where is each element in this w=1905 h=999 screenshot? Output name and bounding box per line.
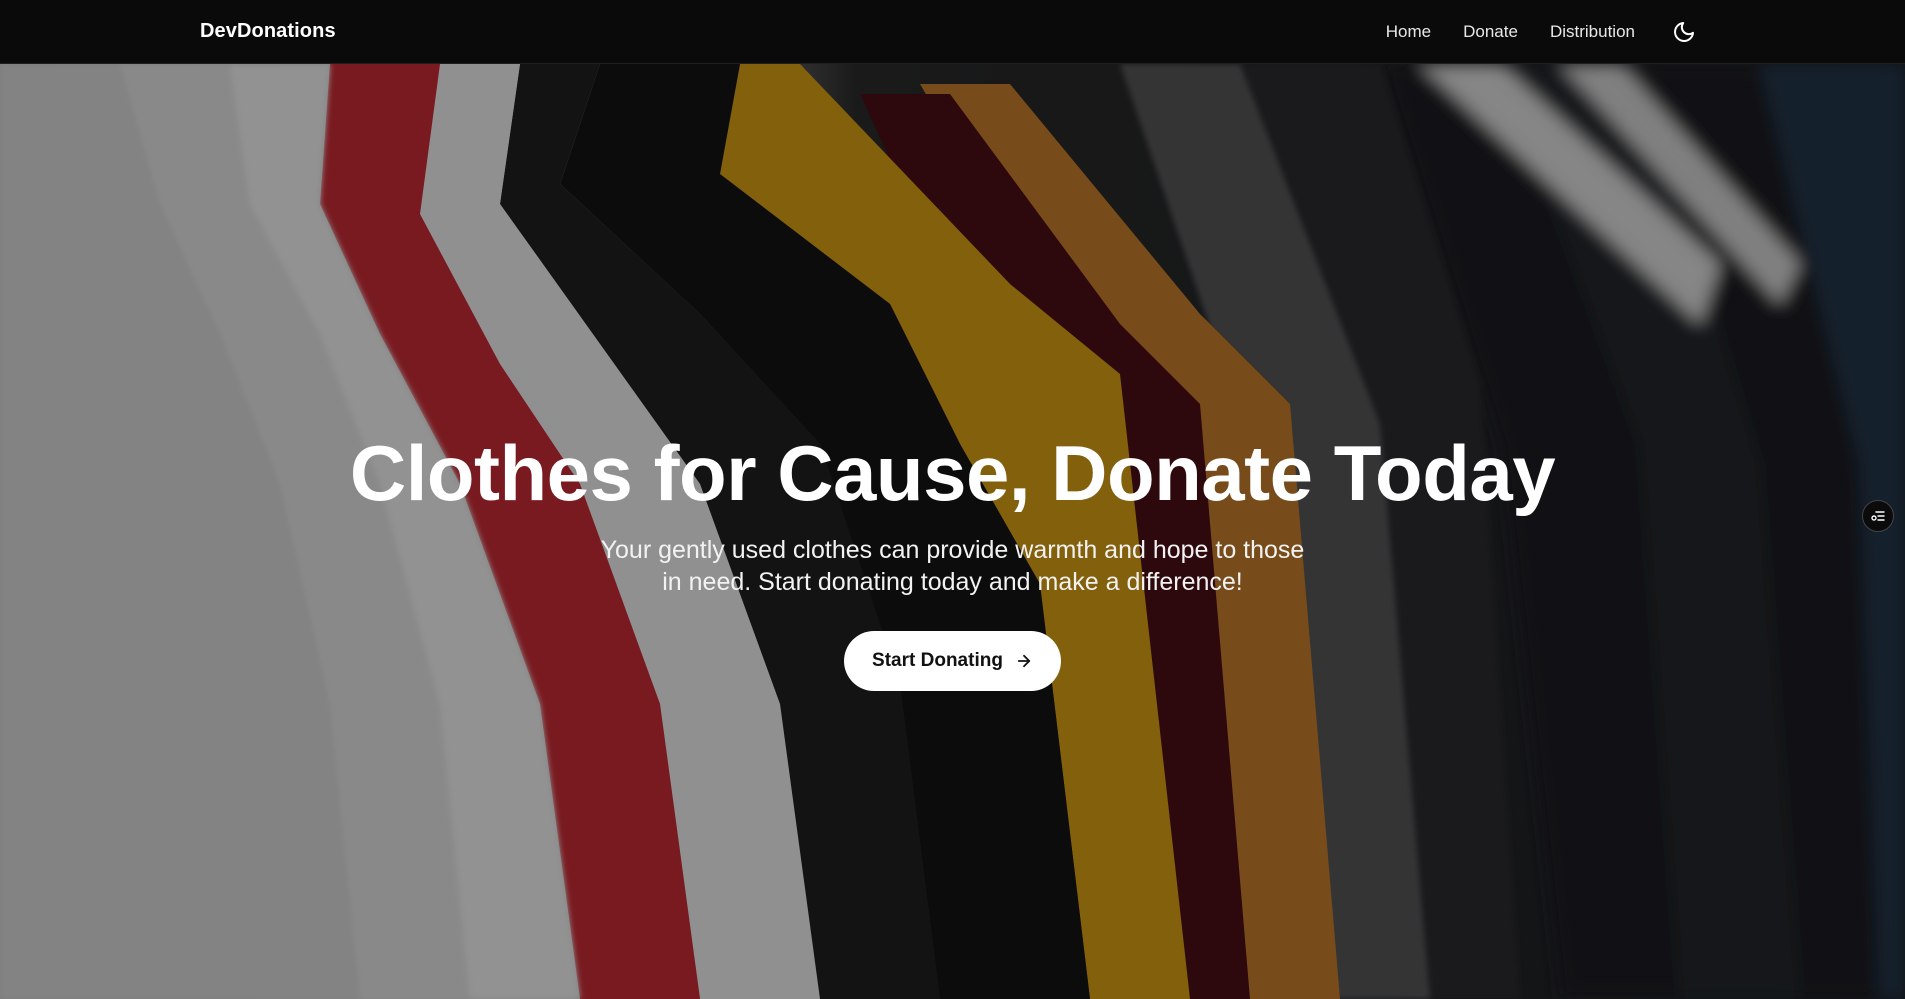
brand-logo[interactable]: DevDonations (200, 20, 336, 43)
list-settings-icon (1871, 511, 1885, 521)
nav-links: Home Donate Distribution (1386, 0, 1635, 64)
hero-subtitle: Your gently used clothes can provide war… (600, 536, 1305, 596)
arrow-right-icon (1017, 654, 1031, 668)
nav-item-distribution[interactable]: Distribution (1550, 22, 1635, 42)
side-floating-widget[interactable] (1862, 500, 1894, 532)
moon-icon (1674, 22, 1694, 42)
hero-section: Clothes for Cause, Donate Today Your gen… (0, 64, 1905, 999)
nav-item-donate[interactable]: Donate (1463, 22, 1518, 42)
cta-label: Start Donating (872, 650, 1003, 671)
hero-title: Clothes for Cause, Donate Today (349, 429, 1556, 517)
top-navbar: DevDonations Home Donate Distribution (0, 0, 1905, 64)
start-donating-button[interactable]: Start Donating (844, 631, 1061, 691)
hero-content: Clothes for Cause, Donate Today Your gen… (0, 64, 1905, 999)
theme-toggle-button[interactable] (1672, 20, 1696, 44)
nav-item-home[interactable]: Home (1386, 22, 1431, 42)
